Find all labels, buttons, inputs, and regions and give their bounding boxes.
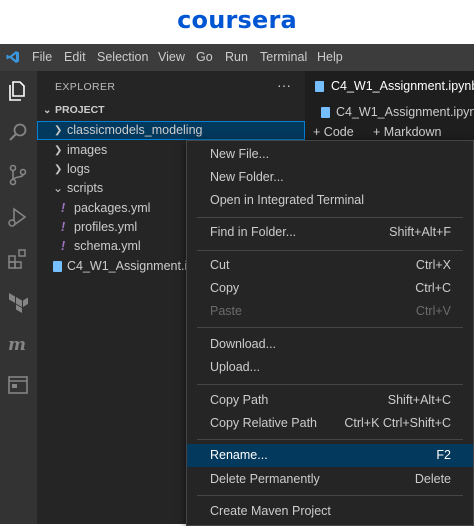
menu-separator xyxy=(197,217,463,218)
tree-item-label: classicmodels_modeling xyxy=(67,123,203,137)
menu-edit[interactable]: Edit xyxy=(64,50,86,64)
maven-icon[interactable]: m xyxy=(6,331,30,355)
menu-selection[interactable]: Selection xyxy=(97,50,148,64)
menu-item-open-terminal[interactable]: Open in Integrated Terminal xyxy=(187,189,473,212)
editor-tab-bar: C4_W1_Assignment.ipynb xyxy=(305,71,474,103)
source-control-icon[interactable] xyxy=(6,163,30,187)
breadcrumb-label: C4_W1_Assignment.ipynb xyxy=(336,105,474,119)
add-markdown-cell-button[interactable]: + Markdown xyxy=(373,125,441,139)
context-menu: New File... New Folder... Open in Integr… xyxy=(186,140,474,526)
tree-item-label: schema.yml xyxy=(74,239,141,253)
menu-item-copy-path[interactable]: Copy Path Shift+Alt+C xyxy=(187,389,473,412)
menu-file[interactable]: File xyxy=(32,50,52,64)
add-code-cell-button[interactable]: + Code xyxy=(313,125,354,139)
menu-item-rename[interactable]: Rename... F2 xyxy=(187,444,473,467)
tree-item-classicmodels-modeling[interactable]: ❯ classicmodels_modeling xyxy=(37,121,305,140)
yaml-file-icon: ! xyxy=(61,220,66,234)
breadcrumb[interactable]: C4_W1_Assignment.ipynb xyxy=(305,103,474,123)
yaml-file-icon: ! xyxy=(61,239,66,253)
tab-label: C4_W1_Assignment.ipynb xyxy=(331,79,474,93)
tree-item-label: images xyxy=(67,143,108,157)
menu-item-paste: Paste Ctrl+V xyxy=(210,304,451,318)
tree-item-label: profiles.yml xyxy=(74,220,138,234)
activity-bar: m xyxy=(0,71,37,524)
explorer-icon[interactable] xyxy=(6,79,30,103)
menu-go[interactable]: Go xyxy=(196,50,213,64)
menu-item-download[interactable]: Download... xyxy=(187,333,473,356)
menu-separator xyxy=(197,495,463,496)
menu-item-copy[interactable]: Copy Ctrl+C xyxy=(187,277,473,300)
brand-banner: coursera xyxy=(0,0,474,44)
remote-explorer-icon[interactable] xyxy=(6,373,30,397)
chevron-right-icon: ❯ xyxy=(54,145,63,156)
chevron-down-icon: ⌄ xyxy=(43,105,52,116)
menu-run[interactable]: Run xyxy=(225,50,248,64)
menu-item-upload[interactable]: Upload... xyxy=(187,356,473,379)
coursera-logo: coursera xyxy=(177,6,297,34)
tree-item-label: packages.yml xyxy=(74,201,151,215)
project-section-label: PROJECT xyxy=(55,104,105,116)
extensions-icon[interactable] xyxy=(6,247,30,271)
terraform-icon[interactable] xyxy=(6,289,30,313)
menu-help[interactable]: Help xyxy=(317,50,343,64)
menu-item-cut[interactable]: Cut Ctrl+X xyxy=(187,254,473,277)
menu-separator xyxy=(197,327,463,328)
menu-item-create-maven-project[interactable]: Create Maven Project xyxy=(187,500,473,523)
notebook-file-icon xyxy=(321,107,330,118)
chevron-down-icon: ⌄ xyxy=(53,181,64,195)
svg-text:m: m xyxy=(8,335,26,355)
menu-item-find-in-folder[interactable]: Find in Folder... Shift+Alt+F xyxy=(187,221,473,244)
menu-item-delete-permanently[interactable]: Delete Permanently Delete xyxy=(187,468,473,491)
menu-item-new-file[interactable]: New File... xyxy=(187,143,473,166)
run-debug-icon[interactable] xyxy=(6,205,30,229)
menu-separator xyxy=(197,250,463,251)
notebook-file-icon xyxy=(53,261,62,272)
yaml-file-icon: ! xyxy=(61,201,66,215)
menu-item-copy-relative-path[interactable]: Copy Relative Path Ctrl+K Ctrl+Shift+C xyxy=(187,412,473,435)
notebook-file-icon xyxy=(315,81,324,92)
project-section-header[interactable]: ⌄ PROJECT xyxy=(37,101,305,120)
chevron-right-icon: ❯ xyxy=(54,164,63,175)
menu-bar: File Edit Selection View Go Run Terminal… xyxy=(0,44,474,71)
menu-item-new-folder[interactable]: New Folder... xyxy=(187,166,473,189)
vscode-logo-icon xyxy=(6,51,19,63)
search-icon[interactable] xyxy=(6,121,30,145)
tree-item-label: scripts xyxy=(67,181,104,195)
menu-view[interactable]: View xyxy=(158,50,185,64)
tree-item-label: logs xyxy=(67,162,90,176)
plus-icon: + xyxy=(373,125,381,139)
more-actions-button[interactable]: ··· xyxy=(277,77,291,93)
chevron-right-icon: ❯ xyxy=(54,125,63,136)
explorer-title: EXPLORER xyxy=(55,81,116,93)
menu-separator xyxy=(197,384,463,385)
menu-separator xyxy=(197,439,463,440)
tab-notebook[interactable]: C4_W1_Assignment.ipynb xyxy=(305,71,474,103)
menu-terminal[interactable]: Terminal xyxy=(260,50,307,64)
plus-icon: + xyxy=(313,125,321,139)
